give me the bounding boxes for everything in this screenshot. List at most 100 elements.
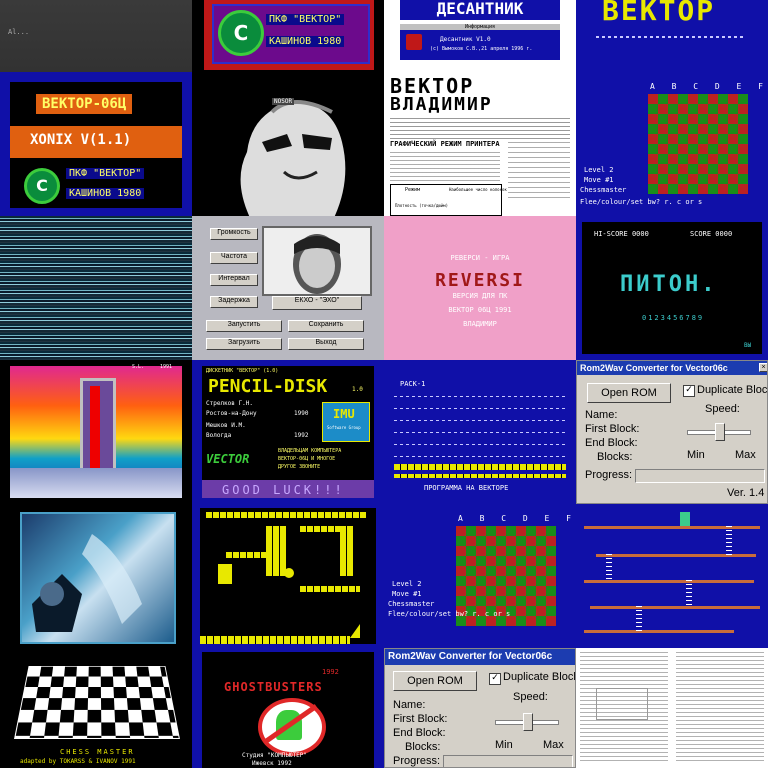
tile-r3c2[interactable]: PACK-1 ПРОГРАММА НА ВЕКТОРЕ (384, 360, 576, 504)
footer-text: GOOD LUCK!!! (222, 483, 345, 497)
tile-r1c2[interactable]: ВЕКТОР ВЛАДИМИР ГРАФИЧЕСКИЙ РЕЖИМ ПРИНТЕ… (384, 72, 576, 216)
board-files: A B C D E F G H (458, 514, 576, 523)
city1: Ростов-на-Дону (206, 410, 257, 417)
game-title: REVERSI (435, 270, 525, 291)
dotted-line (394, 456, 566, 457)
name-label: Name: (585, 409, 618, 421)
top-left-text: S.L. (132, 364, 145, 370)
title-line2: ВЛАДИМИР (390, 94, 493, 115)
tile-r5c1[interactable]: 1992 GHOSTBUSTERS Студия "КОМПЬЮТЕР" Иже… (192, 648, 384, 768)
info-line2: (с) Вымоков С.В.,21 апреля 1996 г. (430, 46, 533, 52)
row1-label[interactable]: Громкость (210, 228, 258, 240)
year1: 1990 (294, 410, 309, 417)
dotted-line (394, 396, 566, 397)
tile-r4c1[interactable] (192, 504, 384, 648)
artwork-image (20, 512, 176, 644)
open-rom-button[interactable]: Open ROM (393, 671, 477, 691)
start-button[interactable]: Запустить (206, 320, 282, 332)
dotted-line (394, 444, 566, 445)
row3-label[interactable]: Интервал (210, 274, 258, 286)
name-label: ЕКХО - "ЭХО" (272, 296, 362, 310)
tile-r2c1[interactable]: Громкость Частота Интервал Задержка ЕКХО… (192, 216, 384, 360)
item-sprite (284, 568, 294, 578)
close-icon[interactable]: × (759, 363, 767, 372)
level-text: Level 2 (392, 580, 422, 588)
first-block-label: First Block: (585, 423, 640, 435)
speed-slider[interactable] (495, 713, 559, 731)
max-label: Max (543, 739, 564, 751)
version-text: 1.0 (352, 386, 363, 393)
dotted-line (394, 420, 566, 421)
table-header-cols: Наибольшее число колонок (449, 187, 507, 192)
mode-table: Режим Наибольшее число колонок Плотность… (390, 184, 507, 216)
tile-r4c2-chess[interactable]: A B C D E F G H Level 2 Move #1 Chessmas… (384, 504, 576, 648)
player-sprite (218, 564, 232, 584)
tile-r5c0[interactable]: CHESS MASTER adapted by TOKARSS & IVANOV… (0, 648, 192, 768)
row4-label[interactable]: Задержка (210, 296, 258, 308)
logo-icon: C (24, 168, 60, 204)
footer-text: КАШИНОВ 1980 (266, 36, 345, 47)
promo-line2: ВЕКТОР-06Ц И МНОГОЕ (278, 456, 336, 462)
author1: Стрелков Г.Н. (206, 400, 253, 407)
duplicate-blocks-checkbox[interactable]: ✓ (683, 385, 695, 397)
disk-title: PENCIL-DISK (208, 376, 328, 397)
tile-r2c2[interactable]: РЕВЕРСИ - ИГРА REVERSI ВЕРСИЯ ДЛЯ ПК ВЕК… (384, 216, 576, 360)
tile-r1c0[interactable]: ВЕКТОР-06Ц XONIX V(1.1) C ПКФ "ВЕКТОР" К… (0, 72, 192, 216)
status-text: ПРОГРАММА НА ВЕКТОРЕ (424, 484, 509, 492)
tile-r3c0[interactable]: S.L. 1991 (0, 360, 192, 504)
promo-line3: ДРУГОЕ ЗВОНИТЕ (278, 464, 321, 470)
window-title: Rom2Wav Converter for Vector06c (577, 361, 767, 375)
title-text: ВЕКТОР-06Ц (36, 94, 133, 114)
speed-label: Speed: (705, 403, 740, 415)
score-value: 0000 (715, 230, 733, 238)
slider-thumb[interactable] (523, 713, 533, 731)
exit-button[interactable]: Выход (288, 338, 364, 350)
slider-thumb[interactable] (715, 423, 725, 441)
tile-r4c3-platform[interactable] (576, 504, 768, 648)
speed-slider[interactable] (687, 423, 751, 441)
tile-r1c3[interactable]: A B C D E F G H Level 2 Move #1 Chessmas… (576, 72, 768, 216)
game-name: XONIX V(1.1) (30, 132, 132, 148)
artwork-image (10, 366, 182, 498)
player-text: Chessmaster (388, 600, 435, 608)
noise-pattern (0, 216, 192, 360)
imu-logo: IMU (333, 407, 355, 421)
save-button[interactable]: Сохранить (288, 320, 364, 332)
ladder (636, 606, 642, 632)
chess-board (14, 665, 180, 740)
year2: 1992 (294, 432, 309, 439)
open-rom-button[interactable]: Open ROM (587, 383, 671, 403)
screenshot-grid: Al... C ПКФ "ВЕКТОР" КАШИНОВ 1980 ДЕСАНТ… (0, 0, 768, 768)
tile-r2c0[interactable] (0, 216, 192, 360)
top-right-text: 1991 (160, 364, 173, 370)
scroll-text (596, 36, 746, 38)
tile-r4c0[interactable] (0, 504, 192, 648)
city2: Вологда (206, 432, 232, 439)
info-line1: Десантник V1.0 (440, 36, 491, 43)
info-panel: Информация Десантник V1.0 (с) Вымоков С.… (400, 24, 560, 60)
duplicate-blocks-checkbox[interactable]: ✓ (489, 673, 501, 685)
progress-label: Progress: (393, 755, 441, 767)
table-header-mode: Режим (405, 187, 421, 193)
tile-r5c3[interactable] (576, 648, 768, 768)
end-block-label: End Block: (393, 727, 446, 739)
city-text: Ижевск 1992 (252, 760, 292, 767)
move-text: Move #1 (584, 176, 614, 184)
tile-r2c3[interactable]: HI-SCORE 0000 SCORE 0000 ПИТОН. 01234567… (576, 216, 768, 360)
text-column (676, 652, 764, 764)
load-button[interactable]: Загрузить (206, 338, 282, 350)
line3: ВЕРСИЯ ДЛЯ ПК (452, 292, 508, 300)
progress-label: Progress: (585, 469, 633, 481)
tile-r3c3[interactable]: Rom2Wav Converter for Vector06c × Open R… (576, 360, 768, 504)
portrait-image (192, 72, 384, 216)
row2-label[interactable]: Частота (210, 252, 258, 264)
tile-caption: Al... (8, 28, 30, 36)
year-text: 1992 (322, 668, 339, 676)
tile-r3c1[interactable]: ДИСКЕТНИК "ВЕКТОР" (1.0) PENCIL-DISK 1.0… (192, 360, 384, 504)
tile-r1c1[interactable]: NOSOR (192, 72, 384, 216)
tile-r5c2[interactable]: Rom2Wav Converter for Vector06c Open ROM… (384, 648, 576, 768)
dotted-line (394, 408, 566, 409)
header-text: ДИСКЕТНИК "ВЕКТОР" (1.0) (206, 368, 279, 374)
version-label: Ver. 1.4 (727, 487, 765, 499)
player-sprite (680, 512, 690, 526)
